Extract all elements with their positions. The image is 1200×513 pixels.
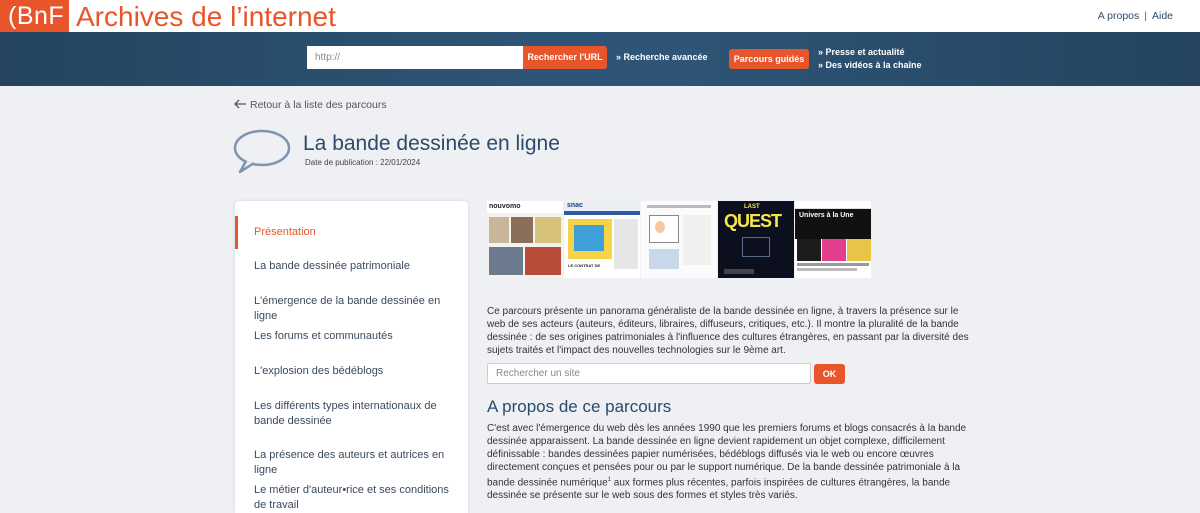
thumbnail-univers[interactable]: Univers à la Une: [795, 201, 871, 278]
thumbnail-univers-title: Univers à la Une: [799, 212, 854, 219]
help-link[interactable]: Aide: [1152, 10, 1173, 22]
thumbnail-nouvomo[interactable]: nouvomo: [487, 201, 563, 278]
news-links: » Presse et actualité » Des vidéos à la …: [818, 46, 922, 72]
sidebar-menu: Présentation La bande dessinée patrimoni…: [235, 201, 468, 513]
page-title: La bande dessinée en ligne: [303, 132, 560, 155]
bnf-logo[interactable]: (BnF: [0, 0, 69, 32]
top-links-separator: |: [1144, 10, 1147, 22]
search-url-button[interactable]: Rechercher l'URL: [523, 46, 607, 69]
site-title[interactable]: Archives de l’internet: [76, 0, 336, 32]
url-input[interactable]: http://: [307, 46, 524, 69]
sidebar-item-types-internationaux[interactable]: Les différents types internationaux de b…: [235, 399, 468, 429]
top-bar: (BnF Archives de l’internet A propos | Aid…: [0, 0, 1200, 32]
thumbnail-last-quest-top: LAST: [744, 204, 760, 210]
thumbnail-last-quest[interactable]: LAST QUEST: [718, 201, 794, 278]
about-link[interactable]: A propos: [1098, 10, 1139, 22]
site-search-input[interactable]: Rechercher un site: [487, 363, 811, 384]
thumbnail-nouvomo-label: nouvomo: [487, 201, 563, 213]
sidebar-item-patrimoniale[interactable]: La bande dessinée patrimoniale: [235, 259, 468, 274]
arrow-left-icon: [234, 99, 246, 109]
sidebar-item-emergence[interactable]: L'émergence de la bande dessinée en lign…: [235, 294, 468, 324]
thumbnail-snac-label: snac: [564, 201, 640, 211]
website-thumbnails: nouvomo snac LE CONTRAT DE LAST QUEST Un…: [487, 201, 877, 278]
videos-link[interactable]: » Des vidéos à la chaîne: [818, 59, 922, 72]
sidebar-item-forums[interactable]: Les forums et communautés: [235, 329, 468, 344]
sidebar-item-bedeblogs[interactable]: L'explosion des bédéblogs: [235, 364, 468, 379]
press-link[interactable]: » Presse et actualité: [818, 46, 922, 59]
thumbnail-snac[interactable]: snac LE CONTRAT DE: [564, 201, 640, 278]
back-link[interactable]: Retour à la liste des parcours: [234, 99, 387, 111]
thumbnail-last-quest-title: QUEST: [724, 211, 782, 231]
sidebar-item-auteurs[interactable]: La présence des auteurs et autrices en l…: [235, 448, 468, 478]
thumbnail-snac-caption: LE CONTRAT DE: [568, 263, 601, 268]
advanced-search-link[interactable]: » Recherche avancée: [616, 52, 708, 62]
sidebar-item-presentation[interactable]: Présentation: [235, 216, 468, 249]
about-section-title: A propos de ce parcours: [487, 397, 672, 416]
top-links: A propos | Aide: [1098, 10, 1173, 22]
speech-bubble-icon: [233, 129, 291, 174]
back-link-label: Retour à la liste des parcours: [250, 99, 387, 111]
intro-text: Ce parcours présente un panorama général…: [487, 306, 969, 356]
site-search-ok-button[interactable]: OK: [814, 364, 845, 384]
thumbnail-blog[interactable]: [641, 201, 717, 278]
sidebar-item-metier[interactable]: Le métier d'auteur•rice et ses condition…: [235, 483, 468, 513]
guided-tours-button[interactable]: Parcours guidés: [729, 49, 809, 69]
search-band: http:// Rechercher l'URL » Recherche ava…: [0, 32, 1200, 86]
about-text: C'est avec l'émergence du web dès les an…: [487, 422, 977, 502]
publication-date: Date de publication : 22/01/2024: [305, 158, 421, 167]
